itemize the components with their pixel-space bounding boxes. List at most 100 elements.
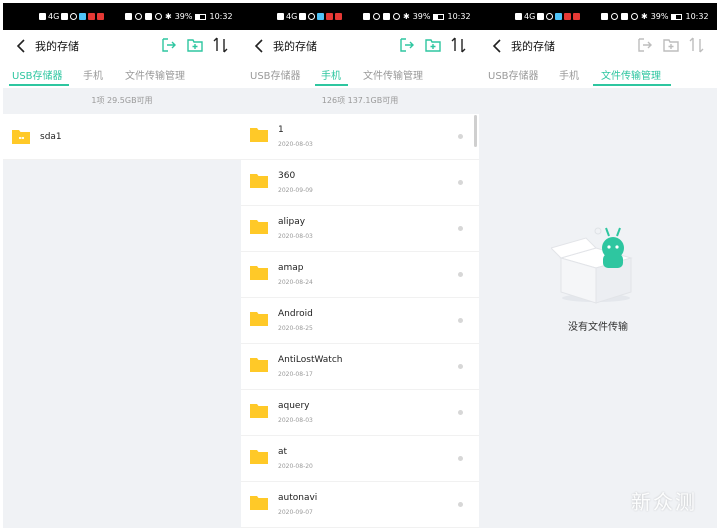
sim-icon — [515, 13, 522, 20]
n-icon — [383, 13, 390, 20]
back-arrow-icon[interactable] — [491, 39, 505, 53]
item-date: 2020-09-09 — [278, 187, 313, 194]
more-options-dot[interactable] — [458, 226, 463, 231]
empty-area — [3, 160, 241, 528]
tab-bar: USB存储器 手机 文件传输管理 — [479, 62, 717, 88]
title-bar: 我的存储 — [241, 30, 479, 62]
more-options-dot[interactable] — [458, 180, 463, 185]
folder-icon — [250, 312, 268, 326]
item-date: 2020-08-20 — [278, 463, 313, 470]
back-arrow-icon[interactable] — [15, 39, 29, 53]
signal-icon — [61, 13, 69, 20]
more-options-dot[interactable] — [458, 410, 463, 415]
status-bar: 4G ✱ 39% 10:32 — [479, 3, 717, 30]
status-left: 4G — [277, 12, 343, 21]
more-options-dot[interactable] — [458, 364, 463, 369]
page-title: 我的存储 — [511, 40, 555, 53]
tab-usb-storage[interactable]: USB存储器 — [250, 67, 301, 82]
folder-icon — [250, 128, 268, 142]
eye-icon — [373, 13, 380, 20]
title-bar: 我的存储 — [479, 30, 717, 62]
wifi-icon — [308, 13, 316, 20]
list-item[interactable]: autonavi 2020-09-07 — [241, 482, 479, 528]
list-item[interactable]: sda1 — [3, 114, 241, 160]
tab-bar: USB存储器 手机 文件传输管理 — [3, 62, 241, 88]
more-options-dot[interactable] — [458, 318, 463, 323]
scrollbar[interactable] — [474, 115, 477, 147]
list-item[interactable]: AntiLostWatch 2020-08-17 — [241, 344, 479, 390]
battery-percent: 39% — [412, 12, 431, 21]
tab-usb-storage[interactable]: USB存储器 — [12, 67, 63, 82]
item-name: alipay — [278, 217, 306, 227]
item-name: AntiLostWatch — [278, 355, 343, 365]
bluetooth-icon: ✱ — [403, 12, 410, 21]
item-name: sda1 — [40, 132, 62, 142]
watermark-logo: 新众测 — [631, 490, 697, 514]
usb-storage-screen: 4G ✱ 39% 10:32 我的存储 USB存储器 手机 文件传输管理 1项 — [3, 3, 241, 528]
item-name: autonavi — [278, 493, 318, 503]
tab-file-transfer[interactable]: 文件传输管理 — [125, 67, 185, 82]
app-notification-icon — [555, 13, 563, 20]
eye-icon — [611, 13, 618, 20]
clock: 10:32 — [447, 12, 471, 21]
nfc-icon — [601, 13, 608, 20]
tab-phone[interactable]: 手机 — [559, 67, 579, 82]
sim-icon — [277, 13, 284, 20]
new-folder-icon[interactable] — [186, 36, 204, 54]
status-left: 4G — [515, 12, 581, 21]
app-notification-icon — [326, 13, 334, 20]
tab-phone[interactable]: 手机 — [321, 67, 341, 82]
export-icon — [638, 38, 652, 52]
network-type: 4G — [48, 12, 60, 21]
network-type: 4G — [286, 12, 298, 21]
list-item[interactable]: alipay 2020-08-03 — [241, 206, 479, 252]
page-title: 我的存储 — [35, 40, 79, 53]
more-options-dot[interactable] — [458, 502, 463, 507]
export-icon[interactable] — [398, 36, 416, 54]
item-date: 2020-08-03 — [278, 233, 313, 240]
active-tab-indicator — [9, 84, 69, 86]
status-bar: 4G ✱ 39% 10:32 — [3, 3, 241, 30]
app-notification-icon — [335, 13, 343, 20]
page-title: 我的存储 — [273, 40, 317, 53]
back-arrow-icon[interactable] — [253, 39, 267, 53]
status-bar: 4G ✱ 39% 10:32 — [241, 3, 479, 30]
list-item[interactable]: 360 2020-09-09 — [241, 160, 479, 206]
active-tab-indicator — [593, 84, 671, 86]
sort-icon[interactable] — [450, 36, 468, 54]
tab-file-transfer[interactable]: 文件传输管理 — [601, 67, 661, 82]
app-notification-icon — [88, 13, 96, 20]
network-type: 4G — [524, 12, 536, 21]
active-tab-indicator — [315, 84, 348, 86]
export-icon[interactable] — [160, 36, 178, 54]
more-options-dot[interactable] — [458, 272, 463, 277]
alarm-icon — [393, 13, 400, 20]
tab-file-transfer[interactable]: 文件传输管理 — [363, 67, 423, 82]
sort-icon[interactable] — [212, 36, 230, 54]
bluetooth-icon: ✱ — [641, 12, 648, 21]
list-item[interactable]: Android 2020-08-25 — [241, 298, 479, 344]
n-icon — [621, 13, 628, 20]
tab-usb-storage[interactable]: USB存储器 — [488, 67, 539, 82]
file-transfer-screen: 4G ✱ 39% 10:32 我的存储 USB存储器 手机 文件传输管理 没有文… — [479, 3, 717, 528]
item-name: aquery — [278, 401, 310, 411]
empty-box-illustration — [551, 227, 633, 304]
tab-phone[interactable]: 手机 — [83, 67, 103, 82]
status-right: ✱ 39% 10:32 — [125, 12, 233, 21]
new-folder-icon[interactable] — [424, 36, 442, 54]
wifi-icon — [546, 13, 554, 20]
list-item[interactable]: at 2020-08-20 — [241, 436, 479, 482]
new-folder-icon — [663, 39, 679, 52]
tab-bar: USB存储器 手机 文件传输管理 — [241, 62, 479, 88]
app-notification-icon — [79, 13, 87, 20]
list-item[interactable]: amap 2020-08-24 — [241, 252, 479, 298]
item-name: 360 — [278, 171, 296, 181]
more-options-dot[interactable] — [458, 456, 463, 461]
empty-state-text: 没有文件传输 — [568, 322, 628, 333]
item-date: 2020-08-25 — [278, 325, 313, 332]
more-options-dot[interactable] — [458, 134, 463, 139]
empty-state-area: 没有文件传输 — [479, 88, 717, 528]
alarm-icon — [155, 13, 162, 20]
list-item[interactable]: aquery 2020-08-03 — [241, 390, 479, 436]
list-item[interactable]: 1 2020-08-03 — [241, 114, 479, 160]
